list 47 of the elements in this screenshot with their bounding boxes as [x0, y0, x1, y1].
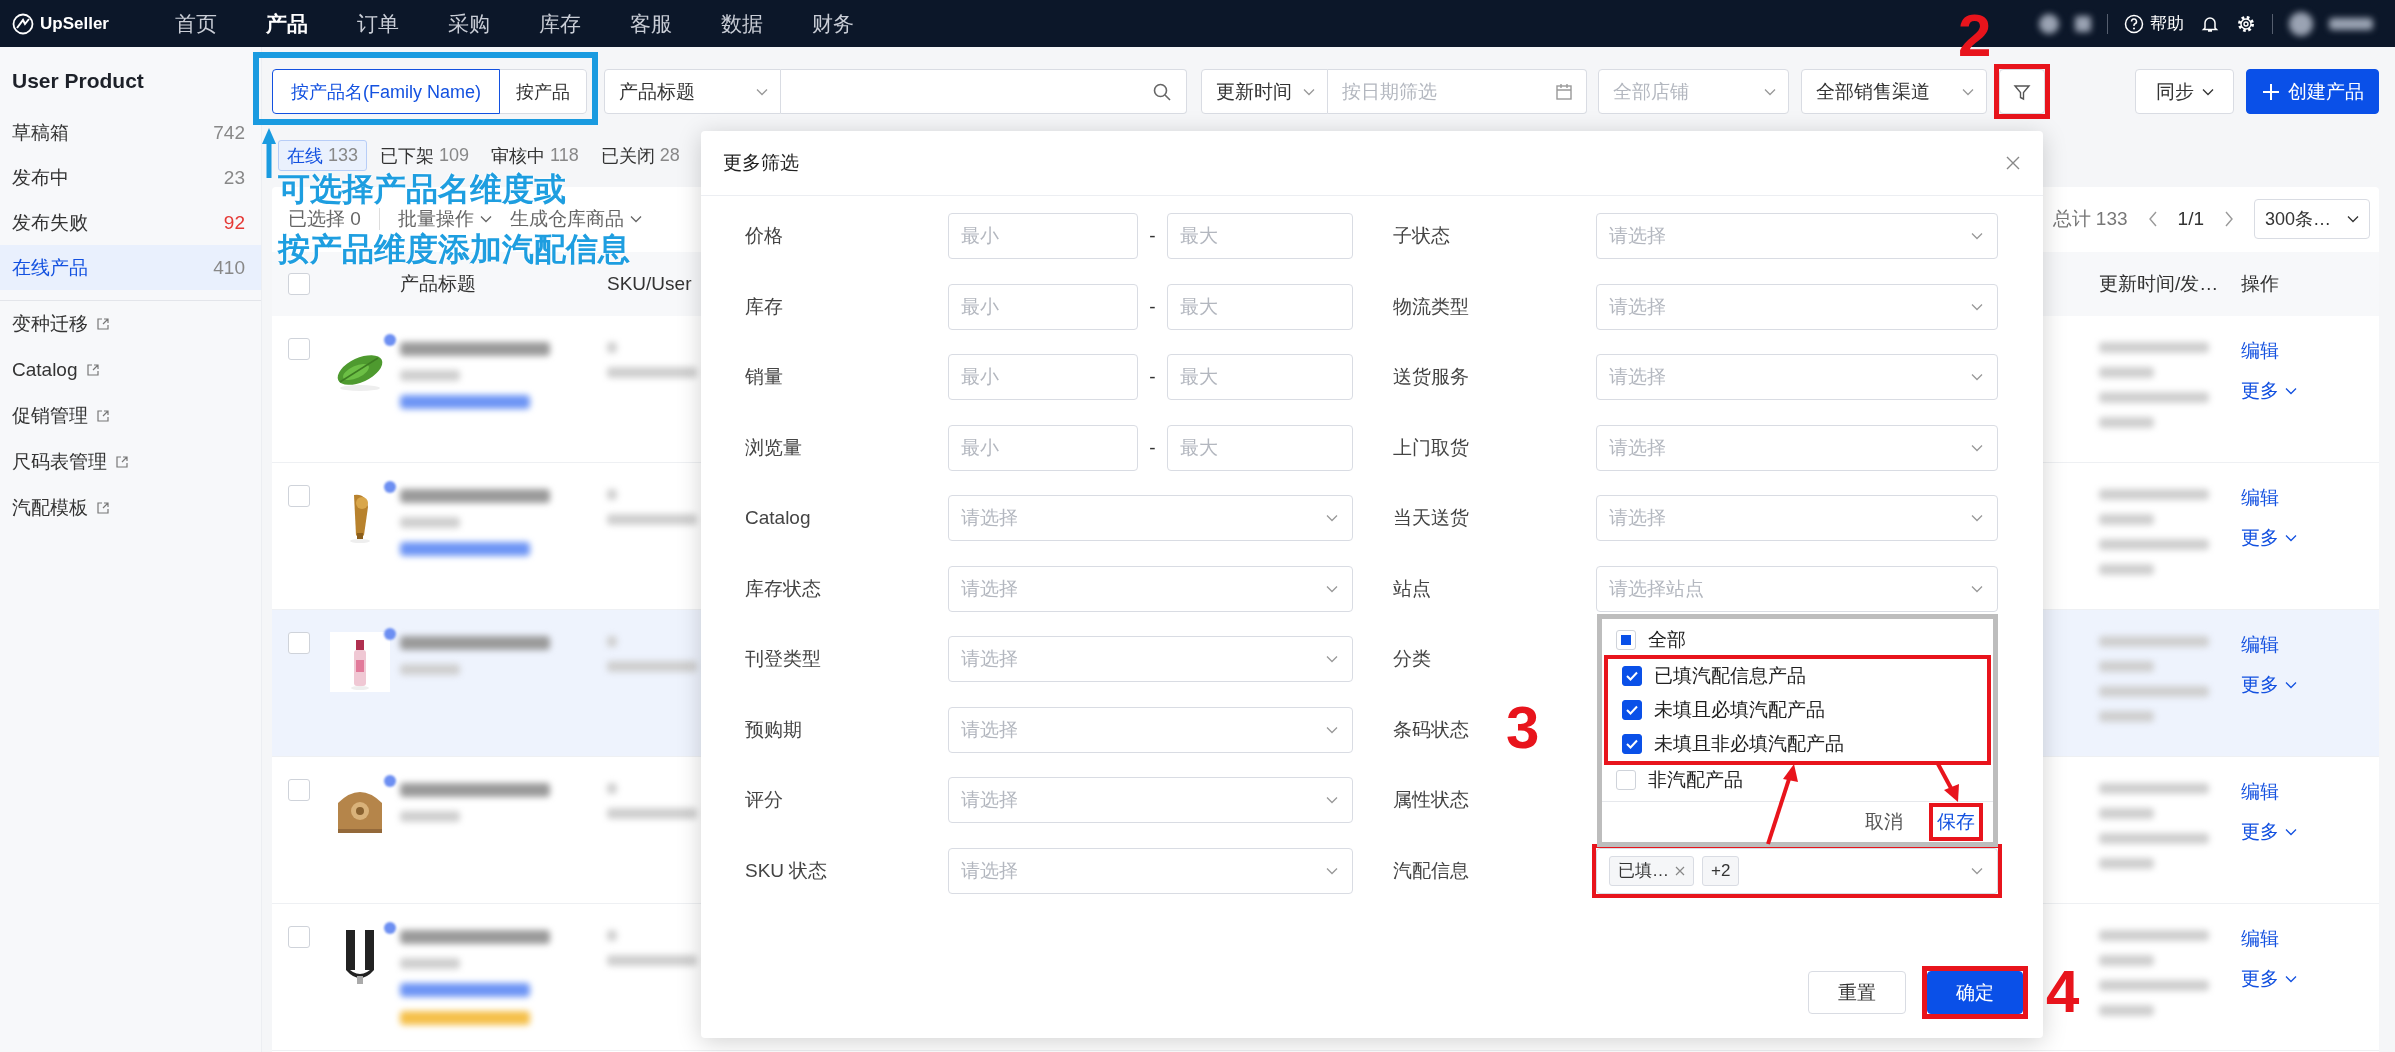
- step-number: 3: [1506, 698, 1540, 758]
- column-header: 更新时间/发…: [2099, 272, 2220, 296]
- field-label: Catalog: [745, 507, 811, 529]
- field-label: 价格: [745, 224, 783, 248]
- sidebar-title: User Product: [11, 68, 145, 94]
- range-dash: -: [1148, 295, 1157, 318]
- tag-label: 已填…: [1618, 860, 1669, 882]
- field-label: 送货服务: [1393, 365, 1469, 389]
- field-label: SKU 状态: [745, 858, 828, 883]
- dialog-title: 更多筛选: [723, 151, 799, 175]
- annotation-text: 按产品维度添加汽配信息: [278, 232, 630, 266]
- item-label: 发布中: [12, 165, 69, 190]
- item-label: 草稿箱: [12, 120, 69, 145]
- field-label: 库存状态: [745, 576, 821, 601]
- field-label: 销量: [745, 365, 783, 389]
- field-label: 浏览量: [745, 435, 802, 460]
- range-dash: -: [1148, 366, 1157, 388]
- column-header: SKU/User: [607, 273, 693, 295]
- field-label: 属性状态: [1393, 788, 1469, 812]
- field-label: 当天送货: [1393, 506, 1469, 530]
- item-label: 发布失败: [12, 210, 88, 235]
- item-count: 23: [223, 166, 245, 189]
- field-label: 刊登类型: [745, 647, 821, 671]
- range-dash: -: [1148, 436, 1157, 459]
- field-label: 站点: [1393, 576, 1431, 601]
- field-label: 库存: [745, 294, 783, 319]
- column-header: 操作: [2241, 272, 2280, 296]
- field-label: 条码状态: [1393, 717, 1469, 742]
- field-label: 汽配信息: [1393, 858, 1469, 883]
- total-count: 总计 133: [2052, 206, 2128, 231]
- field-label: 子状态: [1393, 224, 1450, 248]
- field-label: 上门取货: [1393, 435, 1469, 460]
- item-count: 742: [213, 121, 245, 144]
- field-label: 评分: [745, 788, 783, 812]
- item-count: 410: [213, 256, 245, 279]
- tag-label: +2: [1711, 860, 1731, 881]
- item-label: 在线产品: [12, 255, 88, 280]
- item-count: 92: [223, 211, 245, 234]
- page-indicator: 1/1: [2177, 207, 2204, 230]
- range-dash: -: [1148, 225, 1157, 247]
- annotation-text: 可选择产品名维度或: [278, 172, 566, 206]
- field-label: 物流类型: [1393, 294, 1469, 319]
- column-header: 产品标题: [400, 272, 477, 296]
- field-label: 分类: [1393, 647, 1431, 671]
- field-label: 预购期: [745, 717, 802, 742]
- selection-count: 已选择 0: [288, 206, 361, 231]
- step-number: 4: [2046, 962, 2080, 1022]
